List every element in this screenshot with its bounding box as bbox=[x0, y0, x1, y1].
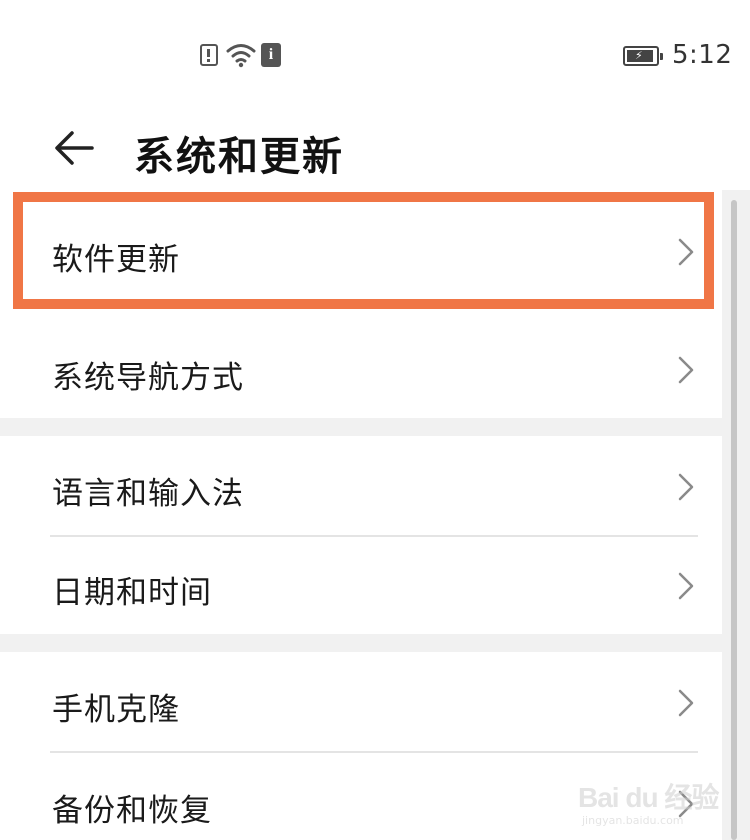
settings-screen: i ⚡ 5:12 系统和更新 软件更新 系统导航方式 语言和输入法 日期和时间 … bbox=[0, 0, 750, 840]
battery-icon: ⚡ bbox=[623, 46, 663, 66]
settings-group-1: 软件更新 系统导航方式 bbox=[0, 190, 722, 418]
wifi-icon bbox=[226, 44, 256, 68]
chevron-right-icon bbox=[678, 572, 694, 600]
page-header: 系统和更新 bbox=[0, 110, 750, 190]
status-bar: i ⚡ 5:12 bbox=[0, 0, 750, 110]
watermark-url: jingyan.baidu.com bbox=[582, 814, 684, 827]
chevron-right-icon bbox=[678, 238, 694, 266]
settings-group-2: 语言和输入法 日期和时间 bbox=[0, 436, 722, 634]
watermark-logo: Bai du 经验 bbox=[578, 782, 719, 813]
chevron-right-icon bbox=[678, 356, 694, 384]
baidu-jingyan-watermark: Bai du 经验 jingyan.baidu.com bbox=[578, 752, 738, 832]
menu-item-label: 日期和时间 bbox=[52, 575, 212, 611]
menu-item-language-input[interactable]: 语言和输入法 bbox=[0, 436, 722, 536]
menu-item-software-update[interactable]: 软件更新 bbox=[0, 190, 722, 300]
status-time: 5:12 bbox=[672, 40, 733, 70]
menu-item-system-navigation[interactable]: 系统导航方式 bbox=[0, 308, 722, 418]
arrow-left-icon[interactable] bbox=[52, 128, 96, 168]
page-title: 系统和更新 bbox=[134, 134, 344, 180]
chevron-right-icon bbox=[678, 473, 694, 501]
menu-item-phone-clone[interactable]: 手机克隆 bbox=[0, 652, 722, 752]
menu-item-label: 语言和输入法 bbox=[52, 476, 244, 512]
info-icon: i bbox=[261, 43, 281, 67]
alert-icon bbox=[200, 44, 218, 66]
menu-item-label: 手机克隆 bbox=[52, 692, 180, 728]
menu-item-label: 备份和恢复 bbox=[52, 793, 212, 829]
menu-item-label: 系统导航方式 bbox=[52, 360, 244, 396]
menu-item-label: 软件更新 bbox=[52, 242, 180, 278]
menu-item-date-time[interactable]: 日期和时间 bbox=[0, 537, 722, 634]
scrollbar[interactable] bbox=[731, 200, 737, 840]
chevron-right-icon bbox=[678, 689, 694, 717]
